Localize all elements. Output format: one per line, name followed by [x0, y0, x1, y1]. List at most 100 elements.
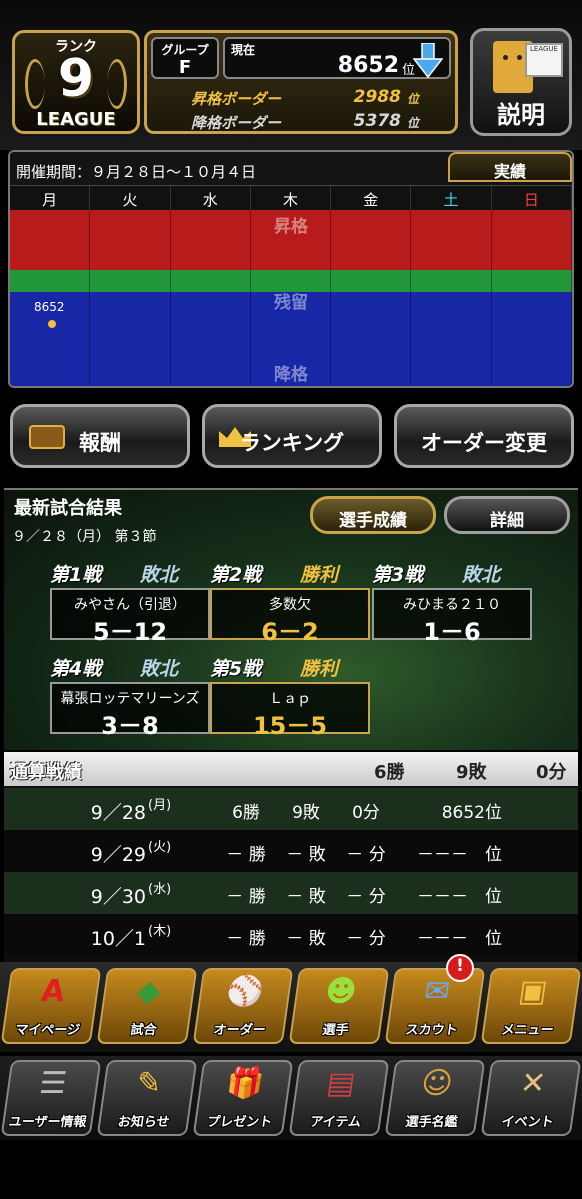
- player-directory-icon: ☺: [418, 1066, 456, 1101]
- weekday-mon: 月: [10, 186, 91, 210]
- game-card[interactable]: 第5戦 勝利 Ｌａｐ 15－5: [210, 654, 370, 740]
- weekday-wed: 水: [171, 186, 251, 210]
- game-number: 第2戦: [210, 564, 262, 586]
- nav-label: メニュー: [500, 1023, 555, 1038]
- bats-ball-icon: ✕: [518, 1066, 549, 1101]
- promotion-border-value: 2988: [353, 87, 401, 107]
- ranking-label: ランキング: [239, 431, 345, 455]
- row-weekday: (水): [148, 882, 172, 897]
- tab-record[interactable]: 実績: [448, 152, 572, 182]
- game-result: 敗北: [140, 564, 179, 586]
- game-score: 3－8: [101, 712, 159, 740]
- weekday-sat: 土: [411, 186, 492, 210]
- nav-order[interactable]: ⚾ オーダー: [192, 968, 294, 1044]
- table-row: 9／28 (月) 6勝 9敗 0分 8652位: [4, 788, 578, 830]
- weekday-row: 月 火 水 木 金 土 日: [10, 186, 572, 210]
- promotion-border-unit: 位: [406, 92, 419, 106]
- sub-nav: ☰ ユーザー情報 ✎ お知らせ 🎁 プレゼント ▤ アイテム ☺ 選手名鑑 ✕ …: [0, 1056, 582, 1140]
- detail-button[interactable]: 詳細: [444, 496, 570, 534]
- demotion-border-value: 5378: [353, 111, 401, 131]
- row-weekday: (火): [148, 840, 172, 855]
- current-rank-value: 8652: [337, 53, 399, 78]
- group-box: グループ F: [151, 37, 219, 79]
- nav-label: イベント: [500, 1115, 555, 1130]
- total-losses: 9敗: [456, 762, 487, 783]
- game-score: 6－2: [261, 618, 319, 646]
- nav-label: 選手名鑑: [404, 1115, 459, 1130]
- notification-badge: !: [446, 954, 474, 982]
- league-board-icon: LEAGUE: [525, 43, 563, 77]
- totals-header: 通算戦績 6勝 9敗 0分: [4, 752, 578, 786]
- game-number: 第3戦: [372, 564, 424, 586]
- order-change-label: オーダー変更: [421, 431, 547, 455]
- explain-button[interactable]: LEAGUE 説明: [470, 28, 572, 136]
- menu-mascot-icon: ▣: [516, 974, 550, 1009]
- row-wins: － 勝: [226, 845, 266, 865]
- table-row: 10／1 (木) － 勝 － 敗 － 分 －－－ 位: [4, 914, 578, 956]
- nav-label: お知らせ: [116, 1115, 171, 1130]
- nav-label: オーダー: [212, 1023, 267, 1038]
- scout-book-icon: ✉: [422, 974, 453, 1009]
- demotion-zone-label: 降格: [274, 365, 308, 385]
- reward-button[interactable]: 報酬: [10, 404, 190, 468]
- weekday-fri: 金: [331, 186, 412, 210]
- nav-item[interactable]: ▤ アイテム: [288, 1060, 390, 1136]
- player-icon: ☻: [322, 974, 360, 1009]
- game-card[interactable]: 第3戦 敗北 みひまる２１０ 1－6: [372, 560, 532, 646]
- nav-label: プレゼント: [205, 1115, 274, 1130]
- row-date: 9／30: [90, 886, 146, 908]
- order-change-button[interactable]: オーダー変更: [394, 404, 574, 468]
- row-rank: －－－ 位: [417, 929, 502, 949]
- ranking-button[interactable]: ランキング: [202, 404, 382, 468]
- row-losses: － 敗: [286, 887, 326, 907]
- nav-players[interactable]: ☻ 選手: [288, 968, 390, 1044]
- nav-news[interactable]: ✎ お知らせ: [96, 1060, 198, 1136]
- season-totals: 通算戦績 6勝 9敗 0分 9／28 (月) 6勝 9敗 0分 8652位 9／…: [4, 752, 578, 962]
- promotion-border-label: 昇格ボーダー: [191, 90, 282, 108]
- results-title: 最新試合結果: [14, 498, 122, 519]
- rank-point: [48, 320, 56, 328]
- results-date: ９／２８（月） 第３節: [12, 529, 157, 545]
- game-score: 1－6: [423, 618, 481, 646]
- game-card[interactable]: 第4戦 敗北 幕張ロッテマリーンズ 3－8: [50, 654, 210, 740]
- mypage-icon: A: [38, 974, 68, 1009]
- user-card-icon: ☰: [37, 1066, 69, 1101]
- opponent-name: みひまる２１０: [403, 597, 501, 613]
- row-date: 9／28: [90, 802, 146, 824]
- row-losses: － 敗: [286, 929, 326, 949]
- nav-player-directory[interactable]: ☺ 選手名鑑: [384, 1060, 486, 1136]
- row-weekday: (月): [148, 798, 172, 813]
- news-icon: ✎: [134, 1066, 165, 1101]
- game-card[interactable]: 第2戦 勝利 多数欠 6－2: [210, 560, 370, 646]
- explain-label: 説明: [497, 101, 545, 129]
- nav-game[interactable]: ◆ 試合: [96, 968, 198, 1044]
- demotion-border-label: 降格ボーダー: [191, 114, 282, 132]
- nav-menu[interactable]: ▣ メニュー: [480, 968, 582, 1044]
- latest-results-panel: 最新試合結果 ９／２８（月） 第３節 選手成績 詳細 第1戦 敗北 みやさん（引退…: [4, 488, 578, 750]
- player-stats-button[interactable]: 選手成績: [310, 496, 436, 534]
- row-losses: － 敗: [286, 845, 326, 865]
- nav-scout[interactable]: ✉ スカウト: [384, 968, 486, 1044]
- period-title: 開催期間：９月２８日〜１０月４日: [16, 163, 257, 181]
- opponent-name: Ｌａｐ: [269, 691, 311, 707]
- rank-badge: ランク 9 LEAGUE: [12, 30, 140, 134]
- nav-present[interactable]: 🎁 プレゼント: [192, 1060, 294, 1136]
- game-result: 敗北: [140, 658, 179, 680]
- row-rank: 8652位: [441, 803, 502, 823]
- stay-zone-label: 残留: [274, 293, 308, 313]
- promotion-border-row: 昇格ボーダー 2988 位: [177, 85, 427, 109]
- gift-icon: 🎁: [223, 1066, 267, 1101]
- bottom-bar: [0, 1140, 582, 1199]
- nav-user-info[interactable]: ☰ ユーザー情報: [0, 1060, 102, 1136]
- weekday-sun: 日: [492, 186, 572, 210]
- total-draws: 0分: [536, 762, 567, 783]
- period-header: 開催期間：９月２８日〜１０月４日 実績: [10, 152, 572, 186]
- nav-label: 試合: [129, 1023, 158, 1038]
- nav-event[interactable]: ✕ イベント: [480, 1060, 582, 1136]
- nav-label: ユーザー情報: [7, 1115, 88, 1130]
- totals-title: 通算戦績: [10, 762, 82, 783]
- current-rank-box: 現在 8652 位: [223, 37, 451, 79]
- nav-mypage[interactable]: A マイページ: [0, 968, 102, 1044]
- weekday-tue: 火: [90, 186, 171, 210]
- game-card[interactable]: 第1戦 敗北 みやさん（引退） 5－12: [50, 560, 210, 646]
